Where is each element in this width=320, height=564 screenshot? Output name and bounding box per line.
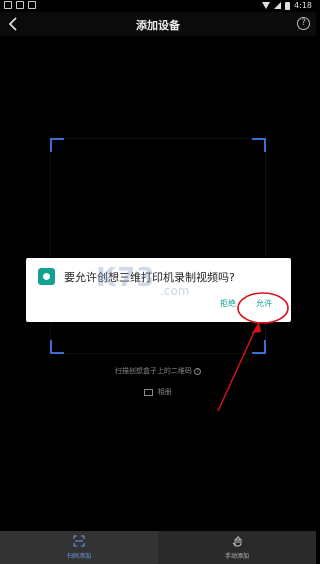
camera-permission-dialog: 要允许创想三维打印机录制视频吗? 拒绝 允许: [26, 258, 291, 322]
battery-icon: [285, 1, 291, 10]
scan-icon: [73, 535, 85, 547]
scan-corner-top-right: [252, 138, 266, 152]
info-icon[interactable]: ?: [194, 367, 202, 375]
deny-button[interactable]: 拒绝: [220, 298, 236, 309]
scan-corner-top-left: [50, 138, 64, 152]
watermark-logo: K73: [96, 263, 156, 293]
status-bar: 4:18: [0, 0, 316, 12]
system-icons: 4:18: [262, 1, 312, 10]
wifi-icon: [262, 2, 271, 9]
page-title: 添加设备: [136, 19, 180, 32]
bottom-tab-bar: 扫码添加 手动添加: [0, 531, 316, 564]
cloud-icon: [16, 1, 24, 9]
tab-manual-add[interactable]: 手动添加: [158, 531, 316, 564]
app-icon: [28, 1, 36, 9]
watermark-domain: .com: [160, 284, 190, 298]
camera-icon: [38, 268, 55, 285]
app-header: 添加设备 ?: [0, 12, 316, 36]
notification-icons: [4, 1, 36, 9]
scan-hint-text: 扫描创想盒子上的二维码: [114, 367, 192, 375]
image-icon: [144, 388, 154, 396]
help-button[interactable]: ?: [297, 17, 310, 30]
allow-button[interactable]: 允许: [256, 298, 272, 309]
signal-icon: [274, 2, 282, 9]
hand-icon: [232, 536, 242, 547]
scan-corner-bottom-right: [252, 340, 266, 354]
scan-corner-bottom-left: [50, 340, 64, 354]
tab-scan-add-label: 扫码添加: [66, 553, 91, 560]
tab-scan-add[interactable]: 扫码添加: [0, 531, 158, 564]
album-label: 相册: [157, 388, 172, 396]
scan-hint: 扫描创想盒子上的二维码 ?: [0, 366, 316, 376]
status-time: 4:18: [294, 1, 312, 10]
notification-icon: [4, 1, 12, 9]
album-button[interactable]: 相册: [0, 387, 316, 397]
tab-manual-add-label: 手动添加: [224, 553, 249, 560]
